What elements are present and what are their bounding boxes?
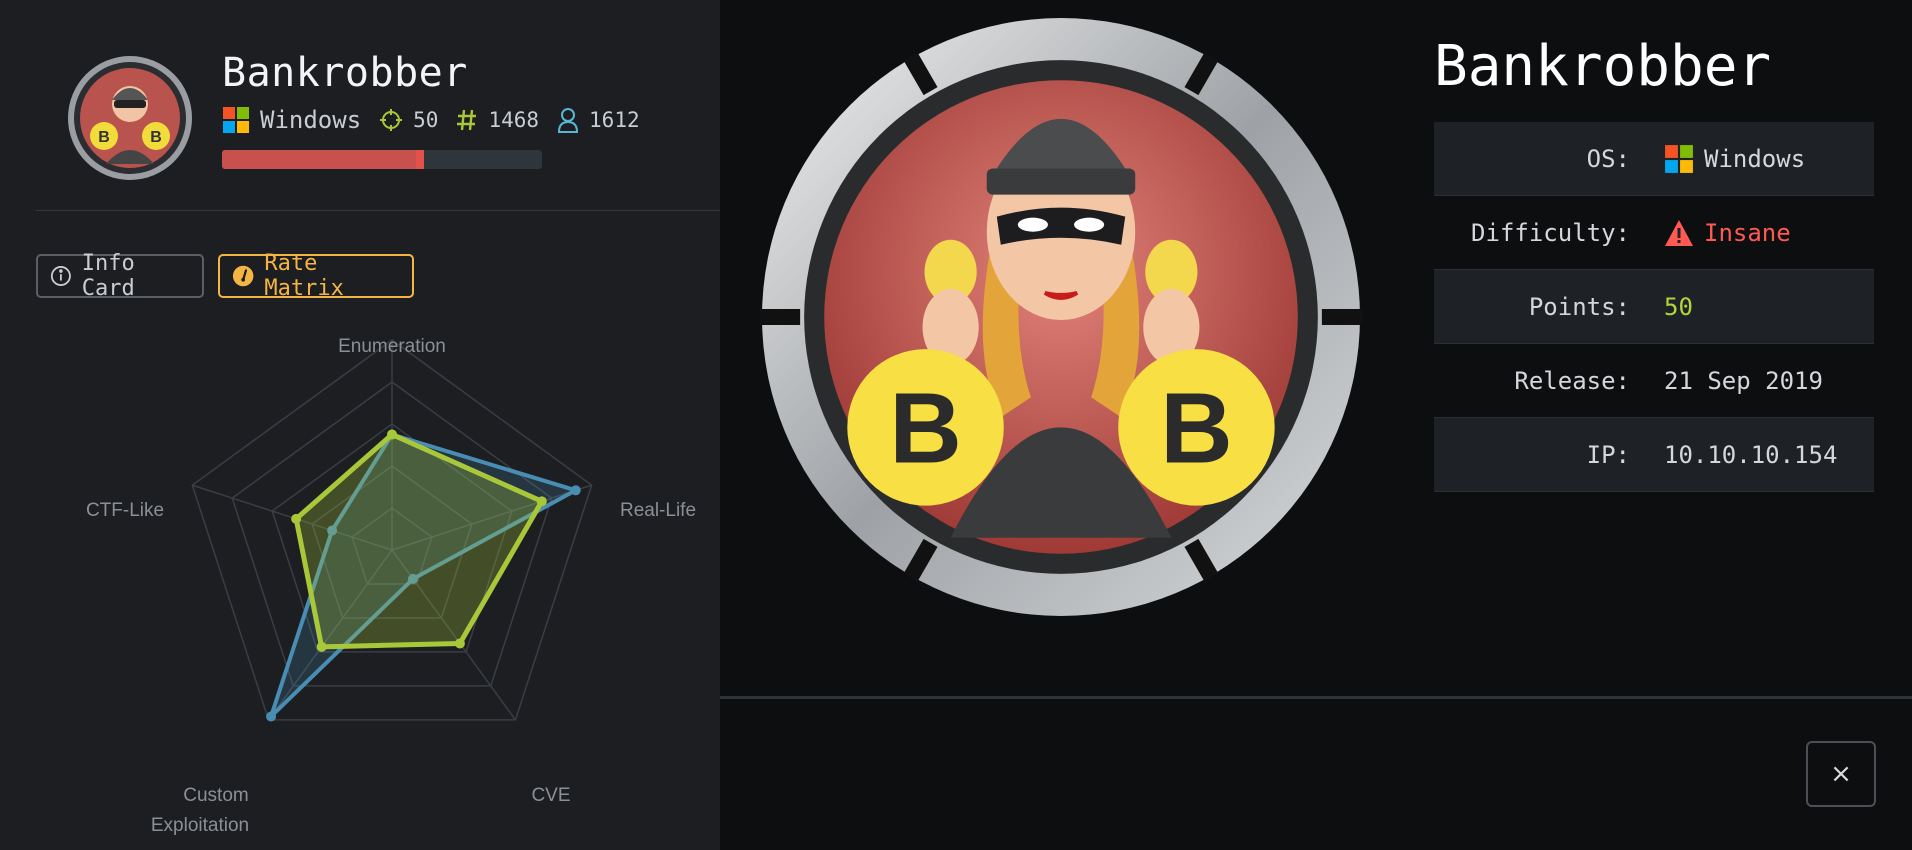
info-row-points: Points: 50 (1434, 270, 1874, 344)
crosshair-icon (380, 109, 403, 131)
tab-info-card[interactable]: Info Card (36, 251, 204, 301)
difficulty-label: Difficulty: (1471, 218, 1630, 247)
user-icon (558, 108, 579, 133)
svg-text:B: B (98, 129, 110, 146)
info-row-difficulty: Difficulty: Insane (1434, 196, 1874, 270)
ip-label: IP: (1586, 440, 1630, 469)
machine-title-large: Bankrobber (1434, 34, 1772, 99)
os-label: OS: (1586, 144, 1630, 173)
user-owns-item: 1468 (456, 108, 539, 132)
user-owns-count: 1468 (488, 108, 540, 132)
hash-icon (457, 109, 477, 131)
axis-label-cve: CVE (531, 785, 570, 806)
tab-info-card-label: Info Card (81, 251, 135, 301)
axis-label-ctf-like: CTF-Like (86, 500, 164, 521)
os-value: Windows (1664, 144, 1805, 174)
svg-text:B: B (150, 129, 162, 146)
axis-label-enumeration: Enumeration (338, 336, 446, 357)
svg-text:B: B (1160, 372, 1232, 484)
points-label: Points: (1528, 292, 1630, 321)
gauge-icon (232, 265, 254, 287)
machine-meta: Windows 50 1468 1612 (222, 106, 640, 134)
svg-text:B: B (889, 372, 961, 484)
radar-point (454, 638, 465, 649)
difficulty-value-text: Insane (1704, 218, 1791, 247)
radar-point (316, 641, 327, 652)
radar-point (570, 485, 581, 496)
release-value: 21 Sep 2019 (1664, 366, 1823, 395)
machine-info-table: OS: Windows Difficulty: Insane Points: 5… (1434, 122, 1874, 492)
warning-icon (1665, 219, 1693, 246)
points-value: 50 (1664, 292, 1693, 321)
completion-progress-bar (222, 150, 542, 169)
info-icon (50, 266, 71, 286)
divider (36, 210, 720, 211)
os-value-text: Windows (1704, 144, 1806, 173)
machine-title: Bankrobber (222, 50, 468, 96)
machine-sidebar: B B Bankrobber Windows 50 1468 1612 Info… (0, 0, 720, 850)
release-label: Release: (1514, 366, 1630, 395)
info-row-release: Release: 21 Sep 2019 (1434, 344, 1874, 418)
close-icon: × (1830, 759, 1852, 789)
difficulty-value: Insane (1664, 219, 1791, 247)
os-item: Windows (222, 106, 361, 134)
radar-point (536, 496, 547, 507)
machine-detail-panel: B B Bankrobber OS: Windows Difficulty: I… (720, 0, 1912, 850)
system-owns-item: 1612 (557, 107, 640, 133)
machine-avatar: B B (68, 56, 192, 180)
close-button[interactable]: × (1806, 741, 1876, 807)
axis-label-real-life: Real-Life (620, 500, 696, 521)
radar-point (387, 429, 397, 440)
radar-series (266, 429, 581, 722)
tab-rate-matrix[interactable]: Rate Matrix (218, 251, 414, 301)
radar-point (291, 513, 302, 524)
radar-point (266, 711, 277, 722)
axis-label-exploitation: Exploitation (151, 815, 249, 836)
machine-badge-image: B B (760, 18, 1362, 616)
progress-fill (222, 150, 424, 169)
info-row-ip: IP: 10.10.10.154 (1434, 418, 1874, 492)
axis-label-custom: Custom (183, 785, 248, 806)
points-count: 50 (413, 108, 439, 132)
os-name: Windows (260, 106, 362, 134)
ip-value: 10.10.10.154 (1664, 440, 1838, 469)
windows-icon (1665, 144, 1693, 173)
windows-icon (223, 107, 249, 133)
tab-rate-matrix-label: Rate Matrix (264, 251, 344, 301)
info-row-os: OS: Windows (1434, 122, 1874, 196)
system-owns-count: 1612 (589, 108, 640, 132)
bottom-divider (720, 696, 1912, 699)
rate-matrix-radar-chart: Enumeration Real-Life CVE Custom Exploit… (86, 336, 696, 836)
points-item: 50 (379, 108, 438, 132)
